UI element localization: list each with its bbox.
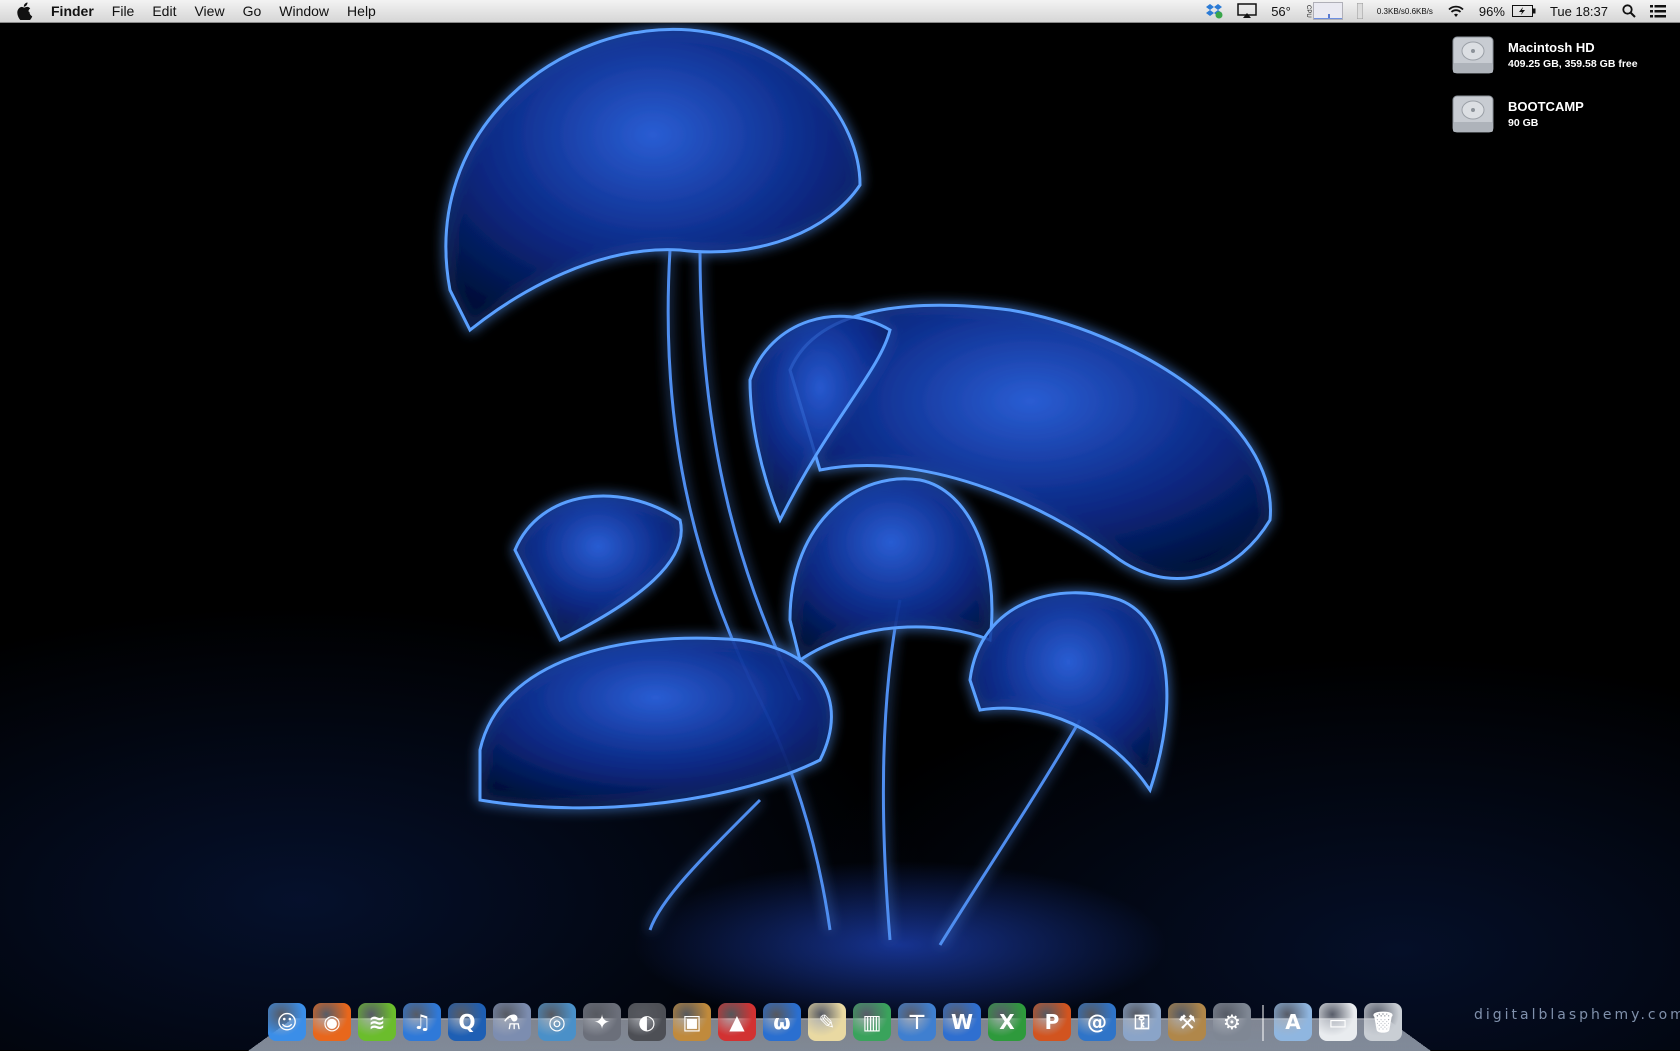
volume-macintosh-hd[interactable]: Macintosh HD 409.25 GB, 359.58 GB free (1452, 33, 1638, 77)
finder-icon[interactable]: ☺ (268, 1003, 306, 1041)
wifi-icon[interactable] (1447, 4, 1465, 18)
wings-icon[interactable]: ω (763, 1003, 801, 1041)
system-preferences-icon[interactable]: ⚙ (1213, 1003, 1251, 1041)
net-download: 0.6KB/s (1404, 6, 1433, 16)
status-menus: 56° CPU 0.3KB/s 0.6KB/s 96% Tue 18:37 (1198, 0, 1680, 22)
utility-flask-icon[interactable]: ⚗ (493, 1003, 531, 1041)
net-upload: 0.3KB/s (1376, 6, 1405, 16)
excel-icon[interactable]: X (988, 1003, 1026, 1041)
menu-file[interactable]: File (103, 0, 144, 22)
hard-drive-icon (1452, 33, 1494, 77)
keychain-icon[interactable]: ⚿ (1123, 1003, 1161, 1041)
numbers-icon[interactable]: ▥ (853, 1003, 891, 1041)
notification-center-icon[interactable] (1650, 4, 1666, 18)
cpu-graph (1312, 2, 1343, 20)
memory-indicator-icon[interactable] (1356, 3, 1363, 19)
spotlight-search-icon[interactable] (1622, 4, 1636, 18)
glowing-mushrooms-artwork (444, 27, 1272, 946)
applications-folder-icon[interactable]: A (1274, 1003, 1312, 1041)
firefox-icon[interactable]: ◉ (313, 1003, 351, 1041)
desktop-wallpaper (0, 0, 1680, 1050)
wallpaper-watermark: digitalblasphemy.com (1474, 1007, 1680, 1023)
menu-edit[interactable]: Edit (143, 0, 185, 22)
menu-go[interactable]: Go (234, 0, 271, 22)
instruments-icon[interactable]: ⚒ (1168, 1003, 1206, 1041)
dock-separator (1262, 1005, 1264, 1041)
itunes-icon[interactable]: ♫ (403, 1003, 441, 1041)
volume-info: 409.25 GB, 359.58 GB free (1508, 58, 1638, 70)
apple-menu-icon[interactable] (14, 2, 36, 20)
spotify-icon[interactable]: ≋ (358, 1003, 396, 1041)
airplay-icon[interactable] (1237, 3, 1257, 19)
quicktime-icon[interactable]: Q (448, 1003, 486, 1041)
trash-icon[interactable]: 🗑 (1364, 1003, 1402, 1041)
menu-help[interactable]: Help (338, 0, 385, 22)
hard-drive-icon (1452, 92, 1494, 136)
menu-window[interactable]: Window (270, 0, 338, 22)
powerpoint-icon[interactable]: P (1033, 1003, 1071, 1041)
volume-info: 90 GB (1508, 117, 1539, 129)
word-icon[interactable]: W (943, 1003, 981, 1041)
temperature-readout[interactable]: 56° (1271, 4, 1291, 19)
menu-app-finder[interactable]: Finder (42, 0, 103, 22)
volume-bootcamp[interactable]: BOOTCAMP 90 GB (1452, 92, 1584, 136)
volume-name: Macintosh HD (1508, 40, 1595, 55)
cpu-label: CPU (1304, 4, 1311, 18)
logic-icon[interactable]: ◐ (628, 1003, 666, 1041)
dock: ☺ ◉ ≋ ♫ Q ⚗ ◎ ✦ ◐ ▣ ▲ ω ✎ ▥ ⊤ W X P @ ⚿ ⚒ ⚙ A ▭ 🗑 (268, 995, 1409, 1041)
battery-percent[interactable]: 96% (1479, 4, 1505, 19)
keynote-icon[interactable]: ⊤ (898, 1003, 936, 1041)
outlook-icon[interactable]: @ (1078, 1003, 1116, 1041)
network-speed-meter[interactable]: 0.3KB/s 0.6KB/s (1377, 7, 1433, 16)
menubar-clock[interactable]: Tue 18:37 (1550, 4, 1608, 19)
iphoto-icon[interactable]: ▣ (673, 1003, 711, 1041)
sketchup-icon[interactable]: ▲ (718, 1003, 756, 1041)
cpu-monitor[interactable]: CPU (1305, 2, 1343, 20)
textedit-icon[interactable]: ✎ (808, 1003, 846, 1041)
menu-bar: Finder File Edit View Go Window Help 56°… (0, 0, 1680, 23)
volume-name: BOOTCAMP (1508, 99, 1584, 114)
imovie-icon[interactable]: ✦ (583, 1003, 621, 1041)
menu-view[interactable]: View (185, 0, 233, 22)
preview-icon[interactable]: ◎ (538, 1003, 576, 1041)
dropbox-icon[interactable] (1205, 3, 1223, 19)
battery-icon[interactable] (1511, 5, 1536, 17)
downloads-stack-icon[interactable]: ▭ (1319, 1003, 1357, 1041)
